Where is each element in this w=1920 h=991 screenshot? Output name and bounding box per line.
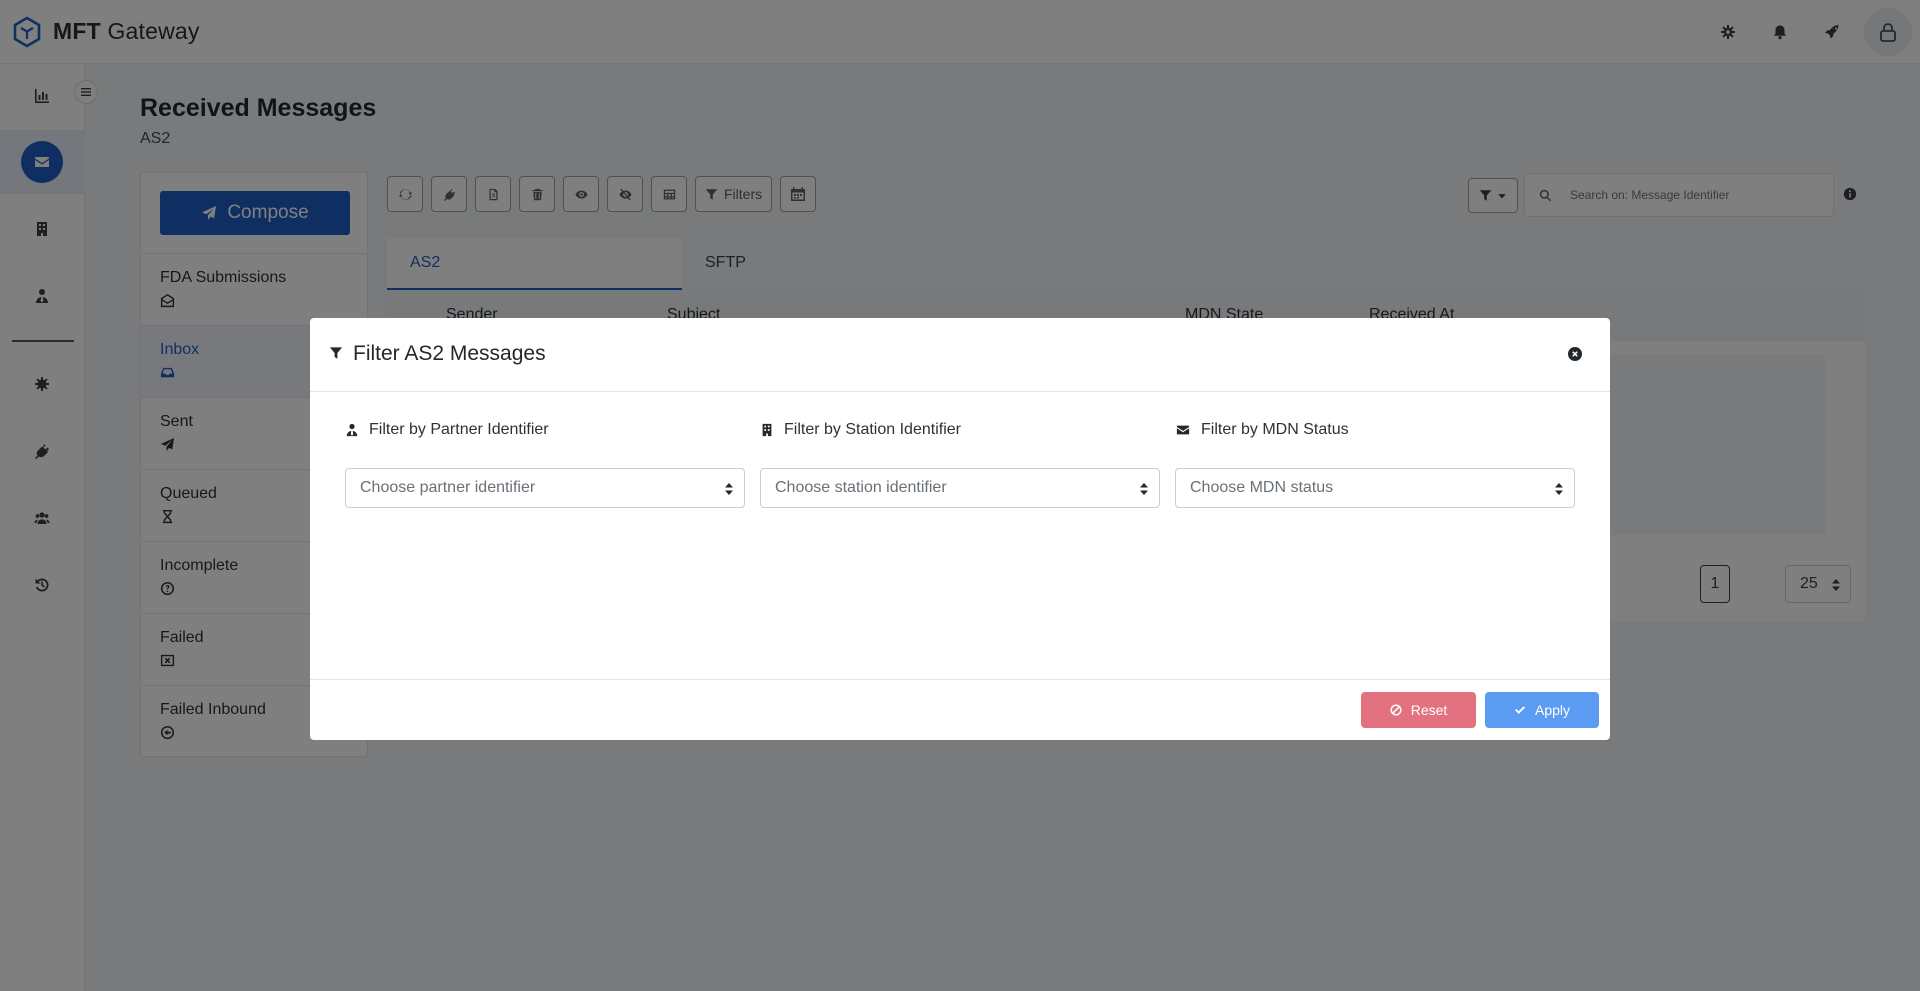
modal-footer-divider (310, 679, 1610, 680)
mdn-filter-group: Filter by MDN Status Choose MDN status (1175, 420, 1575, 508)
modal-header: Filter AS2 Messages (310, 318, 1610, 392)
partner-filter-label: Filter by Partner Identifier (345, 420, 745, 440)
funnel-icon (329, 347, 343, 359)
apply-button[interactable]: Apply (1485, 692, 1599, 728)
user-tie-icon (346, 423, 358, 437)
mdn-filter-label: Filter by MDN Status (1175, 420, 1575, 440)
ban-icon (1390, 704, 1402, 716)
station-filter-group: Filter by Station Identifier Choose stat… (760, 420, 1160, 508)
modal-title: Filter AS2 Messages (353, 342, 546, 365)
sort-caret-icon (1140, 483, 1148, 495)
station-identifier-select[interactable]: Choose station identifier (760, 468, 1160, 508)
check-icon (1514, 706, 1525, 714)
sort-caret-icon (1555, 483, 1563, 495)
envelope-icon (1176, 425, 1190, 435)
mdn-status-select[interactable]: Choose MDN status (1175, 468, 1575, 508)
filter-modal: Filter AS2 Messages Filter by Partner Id… (310, 318, 1610, 740)
station-filter-label: Filter by Station Identifier (760, 420, 1160, 440)
sort-caret-icon (725, 483, 733, 495)
partner-filter-group: Filter by Partner Identifier Choose part… (345, 420, 745, 508)
partner-identifier-select[interactable]: Choose partner identifier (345, 468, 745, 508)
modal-close-button[interactable] (1567, 346, 1583, 362)
reset-button[interactable]: Reset (1361, 692, 1476, 728)
close-circle-icon (1568, 347, 1582, 361)
building-icon (762, 423, 772, 437)
